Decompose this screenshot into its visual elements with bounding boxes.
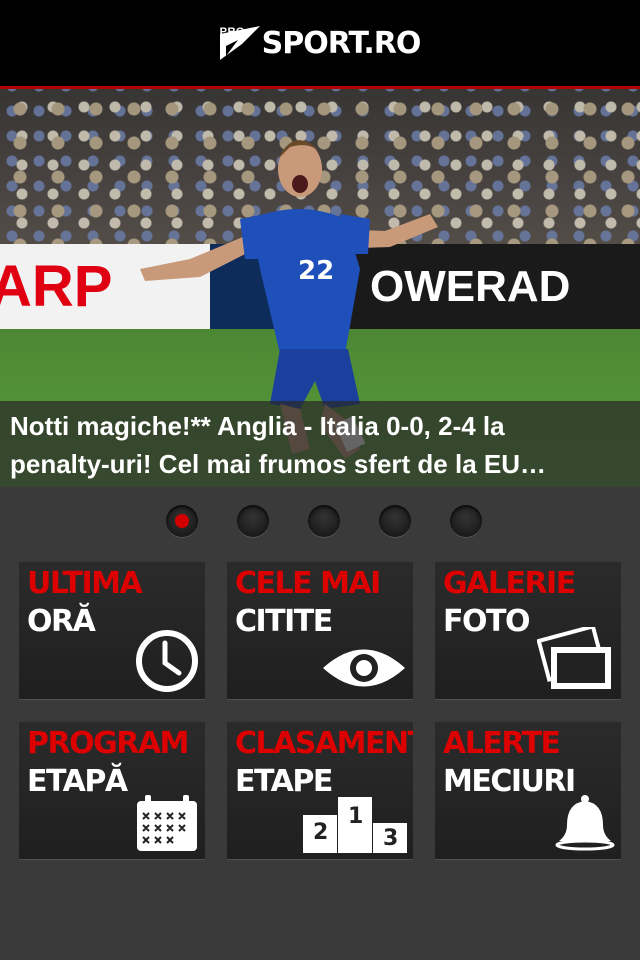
logo-pro-text: PRO — [219, 26, 245, 38]
tile-title-red: GALERIE — [443, 566, 576, 601]
tile-title-red: CELE MAI — [235, 566, 381, 601]
tile-title-red: ULTIMA — [27, 566, 143, 601]
pager-dot-1[interactable] — [166, 505, 198, 537]
podium-icon: 2 1 3 — [303, 797, 407, 853]
app-header: PRO SPORT.RO — [0, 0, 640, 89]
featured-article[interactable]: ARP OWERAD 22 Notti magiche!** Anglia - … — [0, 89, 640, 487]
tile-title-red: ALERTE — [443, 726, 561, 761]
article-caption[interactable]: Notti magiche!** Anglia - Italia 0-0, 2-… — [0, 401, 640, 487]
tile-alerte-meciuri[interactable]: ALERTE MECIURI — [435, 721, 621, 859]
podium-first: 1 — [348, 804, 363, 829]
tile-title-white: ETAPĂ — [27, 764, 128, 799]
tile-title-white: FOTO — [443, 604, 530, 639]
bell-icon — [555, 795, 615, 851]
jersey-number: 22 — [298, 256, 334, 286]
tile-title-white: ETAPE — [235, 764, 333, 799]
eye-icon — [323, 649, 405, 687]
podium-third: 3 — [383, 826, 398, 851]
tile-title-red: PROGRAM — [27, 726, 189, 761]
tile-title-white: CITITE — [235, 604, 333, 639]
pager-dot-5[interactable] — [450, 505, 482, 537]
logo-mark: PRO — [219, 26, 260, 60]
tile-clasament-etape[interactable]: CLASAMENT ETAPE 2 1 3 — [227, 721, 413, 859]
clock-icon — [136, 630, 198, 692]
tile-ultima-ora[interactable]: ULTIMA ORĂ — [19, 561, 205, 699]
podium-second: 2 — [313, 820, 328, 845]
tile-cele-mai-citite[interactable]: CELE MAI CITITE — [227, 561, 413, 699]
tile-galerie-foto[interactable]: GALERIE FOTO — [435, 561, 621, 699]
carousel-pager — [0, 505, 640, 539]
calendar-icon — [137, 795, 197, 851]
menu-grid: ULTIMA ORĂ CELE MAI CITITE GALERIE FOTO … — [19, 561, 621, 859]
tile-title-white: ORĂ — [27, 604, 96, 639]
tile-title-red: CLASAMENT — [235, 726, 413, 761]
pager-dot-2[interactable] — [237, 505, 269, 537]
photo-gallery-icon — [537, 627, 611, 689]
caption-line-2: penalty-uri! Cel mai frumos sfert de la … — [10, 449, 547, 479]
caption-line-1: Notti magiche!** Anglia - Italia 0-0, 2-… — [10, 411, 505, 441]
pager-dot-4[interactable] — [379, 505, 411, 537]
tile-program-etapa[interactable]: PROGRAM ETAPĂ — [19, 721, 205, 859]
pager-dot-3[interactable] — [308, 505, 340, 537]
prosport-logo[interactable]: PRO SPORT.RO — [219, 25, 422, 61]
logo-text: SPORT.RO — [261, 25, 422, 61]
